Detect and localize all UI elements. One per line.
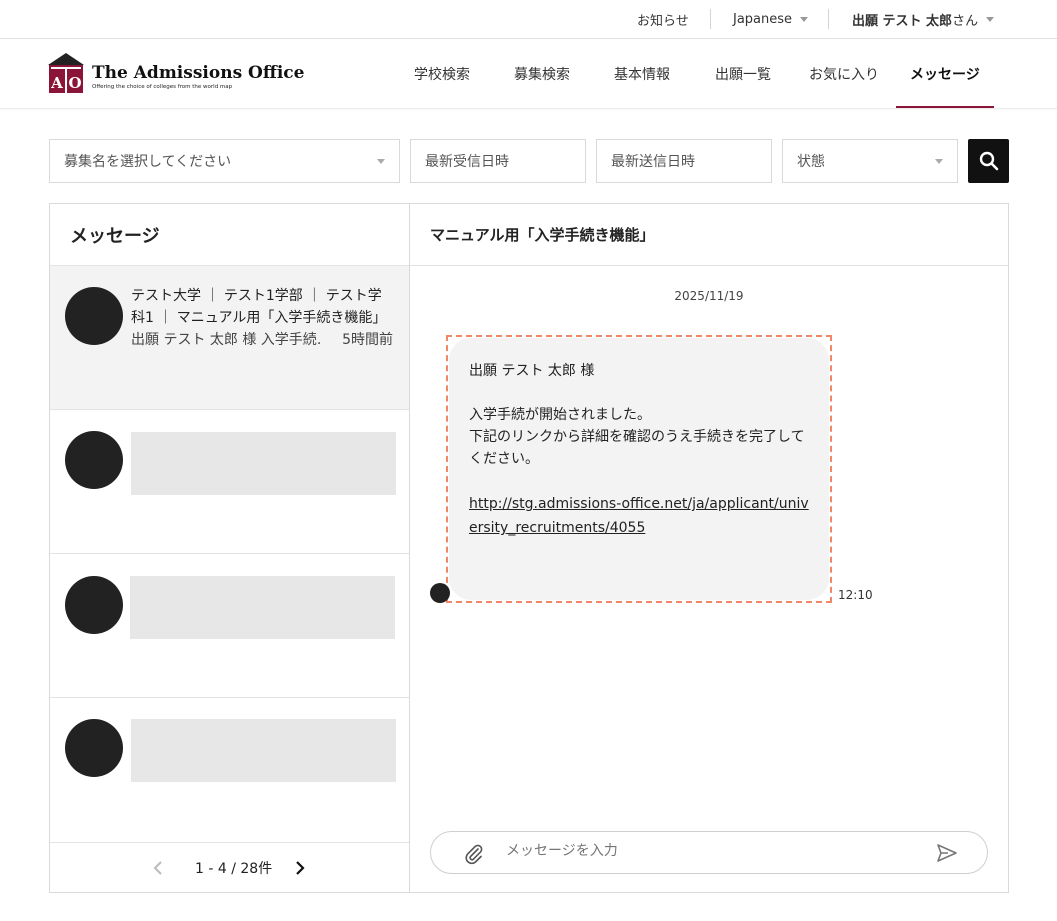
utility-bar: お知らせ Japanese 出願 テスト 太郎 さん — [0, 0, 1057, 39]
message-link[interactable]: http://stg.admissions-office.net/ja/appl… — [469, 496, 809, 536]
last-sent-filter[interactable]: 最新送信日時 — [596, 139, 772, 183]
sender-avatar — [430, 583, 450, 603]
conversation-item[interactable]: テスト大学 ｜ テスト1学部 ｜ テスト学 科1 ｜ マニュアル用「入学手続き機… — [50, 266, 409, 410]
message-body: 下記のリンクから詳細を確認のうえ手続きを完了して — [469, 429, 805, 445]
nav-label: メッセージ — [910, 67, 980, 83]
nav-label: 基本情報 — [614, 67, 670, 83]
chevron-down-icon — [986, 16, 995, 22]
active-nav-indicator — [896, 106, 994, 108]
search-button[interactable] — [968, 139, 1009, 183]
message-body: ください。 — [469, 451, 539, 467]
last-sent-label: 最新送信日時 — [611, 154, 695, 170]
conversation-list: メッセージ テスト大学 ｜ テスト1学部 ｜ テスト学 科1 ｜ マニュアル用「… — [50, 204, 410, 892]
logo-tagline: Offering the choice of colleges from the… — [92, 84, 233, 90]
next-page-button[interactable] — [294, 860, 306, 880]
message-date: 2025/11/19 — [674, 289, 744, 303]
attach-button[interactable] — [463, 843, 485, 869]
messages-panel: メッセージ テスト大学 ｜ テスト1学部 ｜ テスト学 科1 ｜ マニュアル用「… — [49, 203, 1009, 893]
conversation-time: 5時間前 — [342, 332, 393, 348]
conversation-title-line: 科1 ｜ マニュアル用「入学手続き機能」 — [131, 310, 387, 326]
search-icon — [979, 151, 998, 171]
language-selector[interactable]: Japanese — [733, 0, 809, 38]
status-select[interactable]: 状態 — [782, 139, 958, 183]
nav-school-search[interactable]: 学校検索 — [414, 39, 470, 109]
recruitment-select[interactable]: 募集名を選択してください — [49, 139, 400, 183]
nav-recruitment-search[interactable]: 募集検索 — [514, 39, 570, 109]
pagination-label: 1 - 4 / 28件 — [195, 861, 273, 877]
chevron-left-icon — [153, 861, 162, 875]
prev-page-button[interactable] — [152, 860, 164, 880]
last-received-label: 最新受信日時 — [425, 154, 509, 170]
divider — [710, 9, 711, 29]
paperclip-icon — [465, 844, 483, 865]
recruitment-select-label: 募集名を選択してください — [64, 154, 232, 170]
notice-link[interactable]: お知らせ — [637, 0, 689, 38]
user-menu[interactable]: 出願 テスト 太郎 さん — [852, 0, 995, 38]
user-name: 出願 テスト 太郎 — [852, 13, 953, 29]
message-body: 入学手続が開始されました。 — [469, 407, 651, 423]
conversation-item[interactable] — [50, 410, 409, 554]
conversation-preview: 出願 テスト 太郎 様 入学手続… — [131, 332, 321, 348]
conversation-item[interactable] — [50, 554, 409, 698]
message-time: 12:10 — [838, 588, 873, 602]
avatar — [65, 287, 123, 345]
nav-application-list[interactable]: 出願一覧 — [715, 39, 771, 109]
divider — [828, 9, 829, 29]
svg-text:O: O — [68, 74, 81, 92]
chevron-down-icon — [377, 159, 385, 164]
last-received-filter[interactable]: 最新受信日時 — [410, 139, 586, 183]
message-input[interactable] — [506, 843, 906, 859]
user-suffix: さん — [952, 13, 979, 29]
chevron-down-icon — [800, 16, 809, 22]
conversation-list-title: メッセージ — [50, 204, 409, 266]
message-greeting: 出願 テスト 太郎 様 — [469, 363, 595, 379]
nav-messages[interactable]: メッセージ — [910, 39, 980, 109]
logo-icon[interactable]: A O — [48, 53, 84, 93]
conversation-detail-title: マニュアル用「入学手続き機能」 — [410, 204, 1008, 266]
conversation-placeholder — [131, 432, 396, 495]
nav-favorites[interactable]: お気に入り — [809, 39, 879, 109]
language-label: Japanese — [733, 11, 793, 27]
send-icon — [937, 844, 957, 862]
send-button[interactable] — [936, 842, 958, 868]
message-bubble: 出願 テスト 太郎 様 入学手続が開始されました。 下記のリンクから詳細を確認の… — [449, 338, 829, 600]
nav-label: 学校検索 — [414, 67, 470, 83]
conversation-text: テスト大学 ｜ テスト1学部 ｜ テスト学 科1 ｜ マニュアル用「入学手続き機… — [131, 285, 393, 351]
avatar — [65, 431, 123, 489]
conversation-placeholder — [131, 719, 396, 782]
nav-basic-info[interactable]: 基本情報 — [614, 39, 670, 109]
avatar — [65, 719, 123, 777]
status-select-label: 状態 — [797, 154, 825, 170]
pagination: 1 - 4 / 28件 — [50, 842, 409, 892]
conversation-item[interactable] — [50, 698, 409, 842]
site-header: A O The Admissions Office Offering the c… — [0, 39, 1057, 109]
nav-label: お気に入り — [809, 67, 879, 83]
conversation-title-line: テスト大学 ｜ テスト1学部 ｜ テスト学 — [131, 288, 382, 304]
notice-label: お知らせ — [637, 13, 689, 29]
message-composer — [430, 831, 988, 874]
conversation-detail: マニュアル用「入学手続き機能」 2025/11/19 出願 テスト 太郎 様 入… — [410, 204, 1008, 892]
logo-title[interactable]: The Admissions Office — [92, 63, 304, 83]
chevron-right-icon — [296, 861, 305, 875]
chevron-down-icon — [935, 159, 943, 164]
nav-label: 募集検索 — [514, 67, 570, 83]
avatar — [65, 576, 123, 634]
svg-text:A: A — [50, 74, 63, 92]
conversation-placeholder — [130, 576, 395, 639]
nav-label: 出願一覧 — [715, 67, 771, 83]
